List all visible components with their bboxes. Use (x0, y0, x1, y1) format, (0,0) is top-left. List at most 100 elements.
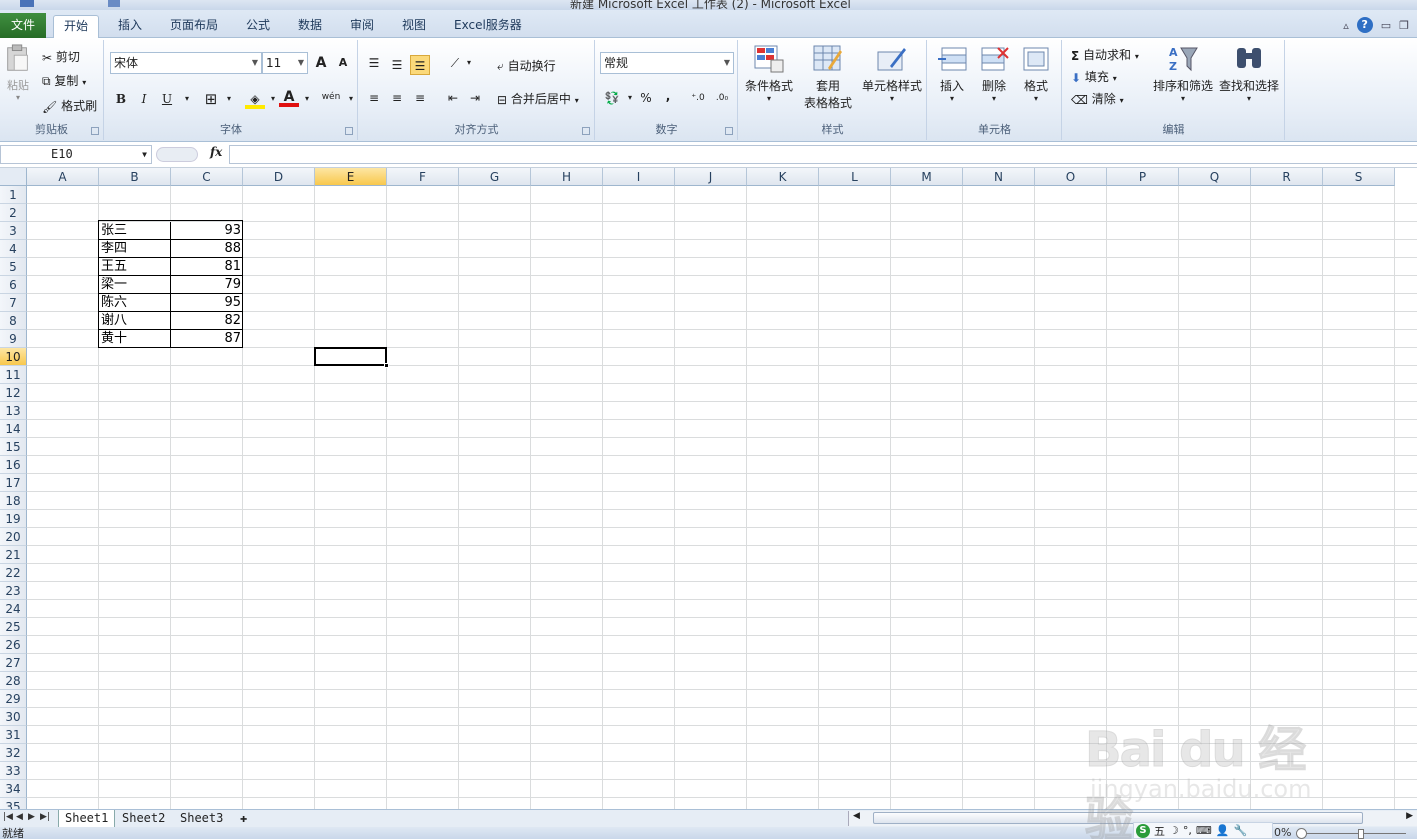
tab-data[interactable]: 数据 (288, 15, 332, 38)
formula-bar-handle[interactable] (156, 147, 198, 162)
insert-function-button[interactable]: fx (210, 145, 222, 159)
fill-button[interactable]: ⬇ 填充 ▾ (1071, 68, 1117, 85)
conditional-format-button[interactable]: 条件格式 ▾ (741, 44, 797, 103)
row-header-8[interactable]: 8 (0, 312, 27, 330)
cell-styles-button[interactable]: 单元格样式 ▾ (859, 44, 925, 103)
sheet-tab-2[interactable]: Sheet2 (116, 810, 171, 828)
row-header-2[interactable]: 2 (0, 204, 27, 222)
font-size-dropdown-icon[interactable]: ▼ (298, 53, 304, 73)
merge-dropdown-icon[interactable]: ▾ (575, 96, 579, 105)
row-header-26[interactable]: 26 (0, 636, 27, 654)
row-header-28[interactable]: 28 (0, 672, 27, 690)
column-header-p[interactable]: P (1107, 168, 1179, 186)
insert-dropdown-icon[interactable]: ▾ (932, 94, 972, 103)
row-header-33[interactable]: 33 (0, 762, 27, 780)
font-color-dropdown-icon[interactable]: ▾ (297, 89, 317, 109)
restore-icon[interactable]: ❐ (1399, 19, 1409, 32)
align-middle-icon[interactable]: ☰ (387, 55, 407, 75)
comma-button[interactable]: , (658, 86, 678, 106)
font-name-combo[interactable]: 宋体 ▼ (110, 52, 262, 74)
row-header-24[interactable]: 24 (0, 600, 27, 618)
align-left-icon[interactable]: ≡ (364, 88, 384, 108)
underline-dropdown-icon[interactable]: ▾ (177, 89, 197, 109)
autosum-button[interactable]: Σ 自动求和 ▾ (1071, 46, 1139, 63)
row-header-20[interactable]: 20 (0, 528, 27, 546)
font-launcher-icon[interactable] (345, 127, 353, 135)
column-header-e[interactable]: E (315, 168, 387, 186)
worksheet-grid[interactable]: ABCDEFGHIJKLMNOPQRS 1 2 3 4 5 6 7 8 9 10 11 12 13 14 1… (0, 168, 1417, 809)
tab-view[interactable]: 视图 (392, 15, 436, 38)
row-header-3[interactable]: 3 (0, 222, 27, 240)
tab-excel-server[interactable]: Excel服务器 (444, 15, 532, 38)
row-header-13[interactable]: 13 (0, 402, 27, 420)
active-cell[interactable] (314, 347, 387, 366)
sogou-ime-icon[interactable]: S (1136, 823, 1150, 838)
horizontal-scroll-thumb[interactable] (873, 812, 1363, 824)
row-header-11[interactable]: 11 (0, 366, 27, 384)
format-as-table-button[interactable]: 套用 表格格式 (797, 44, 859, 111)
column-header-c[interactable]: C (171, 168, 243, 186)
fill-color-icon[interactable]: ◈ (245, 89, 265, 109)
row-header-1[interactable]: 1 (0, 186, 27, 204)
row-header-17[interactable]: 17 (0, 474, 27, 492)
zoom-slider[interactable] (1296, 833, 1406, 834)
percent-button[interactable]: % (636, 88, 656, 108)
sort-filter-button[interactable]: AZ 排序和筛选 ▾ (1151, 44, 1215, 103)
bold-button[interactable]: B (111, 89, 131, 109)
font-size-combo[interactable]: 11 ▼ (262, 52, 308, 74)
column-header-l[interactable]: L (819, 168, 891, 186)
column-header-d[interactable]: D (243, 168, 315, 186)
column-header-r[interactable]: R (1251, 168, 1323, 186)
column-header-b[interactable]: B (99, 168, 171, 186)
copy-button[interactable]: ⧉ 复制 ▾ (42, 72, 86, 89)
delete-dropdown-icon[interactable]: ▾ (974, 94, 1014, 103)
moon-icon[interactable]: ☽ (1169, 824, 1179, 837)
autosum-dropdown-icon[interactable]: ▾ (1135, 52, 1139, 61)
sheet-tab-3[interactable]: Sheet3 (174, 810, 229, 828)
row-header-12[interactable]: 12 (0, 384, 27, 402)
wrench-icon[interactable]: 🔧 (1233, 824, 1247, 837)
row-header-21[interactable]: 21 (0, 546, 27, 564)
border-icon[interactable]: ⊞ (201, 89, 221, 109)
find-select-dropdown-icon[interactable]: ▾ (1217, 94, 1281, 103)
column-header-s[interactable]: S (1323, 168, 1395, 186)
tab-file[interactable]: 文件 (0, 13, 46, 38)
column-header-i[interactable]: I (603, 168, 675, 186)
minimize-icon[interactable]: ▭ (1381, 19, 1391, 32)
prev-sheet-icon[interactable]: ◀ (16, 812, 23, 822)
shrink-font-button[interactable]: A (333, 53, 353, 73)
alignment-launcher-icon[interactable] (582, 127, 590, 135)
name-box-dropdown-icon[interactable]: ▼ (142, 146, 147, 163)
paste-dropdown-icon[interactable]: ▾ (2, 93, 34, 102)
delete-cells-button[interactable]: 删除 ▾ (974, 44, 1014, 103)
row-header-35[interactable]: 35 (0, 798, 27, 809)
decrease-decimal-icon[interactable]: .0₀ (712, 88, 732, 108)
grow-font-button[interactable]: A (311, 53, 331, 73)
align-bottom-icon[interactable]: ☰ (410, 55, 430, 75)
row-header-27[interactable]: 27 (0, 654, 27, 672)
minimize-ribbon-icon[interactable]: ▵ (1343, 19, 1349, 32)
row-header-15[interactable]: 15 (0, 438, 27, 456)
copy-dropdown-icon[interactable]: ▾ (82, 78, 86, 87)
format-painter-button[interactable]: 🖌 格式刷 (42, 97, 97, 114)
ime-mode[interactable]: 五 (1154, 823, 1165, 839)
font-name-dropdown-icon[interactable]: ▼ (252, 53, 258, 73)
conditional-dropdown-icon[interactable]: ▾ (741, 94, 797, 103)
align-top-icon[interactable]: ☰ (364, 53, 384, 73)
phonetic-dropdown-icon[interactable]: ▾ (341, 89, 361, 109)
align-right-icon[interactable]: ≡ (410, 88, 430, 108)
cut-button[interactable]: ✂ 剪切 (42, 48, 80, 65)
tab-review[interactable]: 审阅 (340, 15, 384, 38)
column-header-f[interactable]: F (387, 168, 459, 186)
first-sheet-icon[interactable]: |◀ (3, 812, 13, 822)
tab-page-layout[interactable]: 页面布局 (160, 15, 228, 38)
underline-button[interactable]: U (157, 89, 177, 109)
row-header-4[interactable]: 4 (0, 240, 27, 258)
find-select-button[interactable]: 查找和选择 ▾ (1217, 44, 1281, 103)
italic-button[interactable]: I (134, 89, 154, 109)
format-cells-button[interactable]: 格式 ▾ (1016, 44, 1056, 103)
row-header-25[interactable]: 25 (0, 618, 27, 636)
row-header-6[interactable]: 6 (0, 276, 27, 294)
row-header-18[interactable]: 18 (0, 492, 27, 510)
keyboard-icon[interactable]: ⌨ (1196, 824, 1212, 837)
